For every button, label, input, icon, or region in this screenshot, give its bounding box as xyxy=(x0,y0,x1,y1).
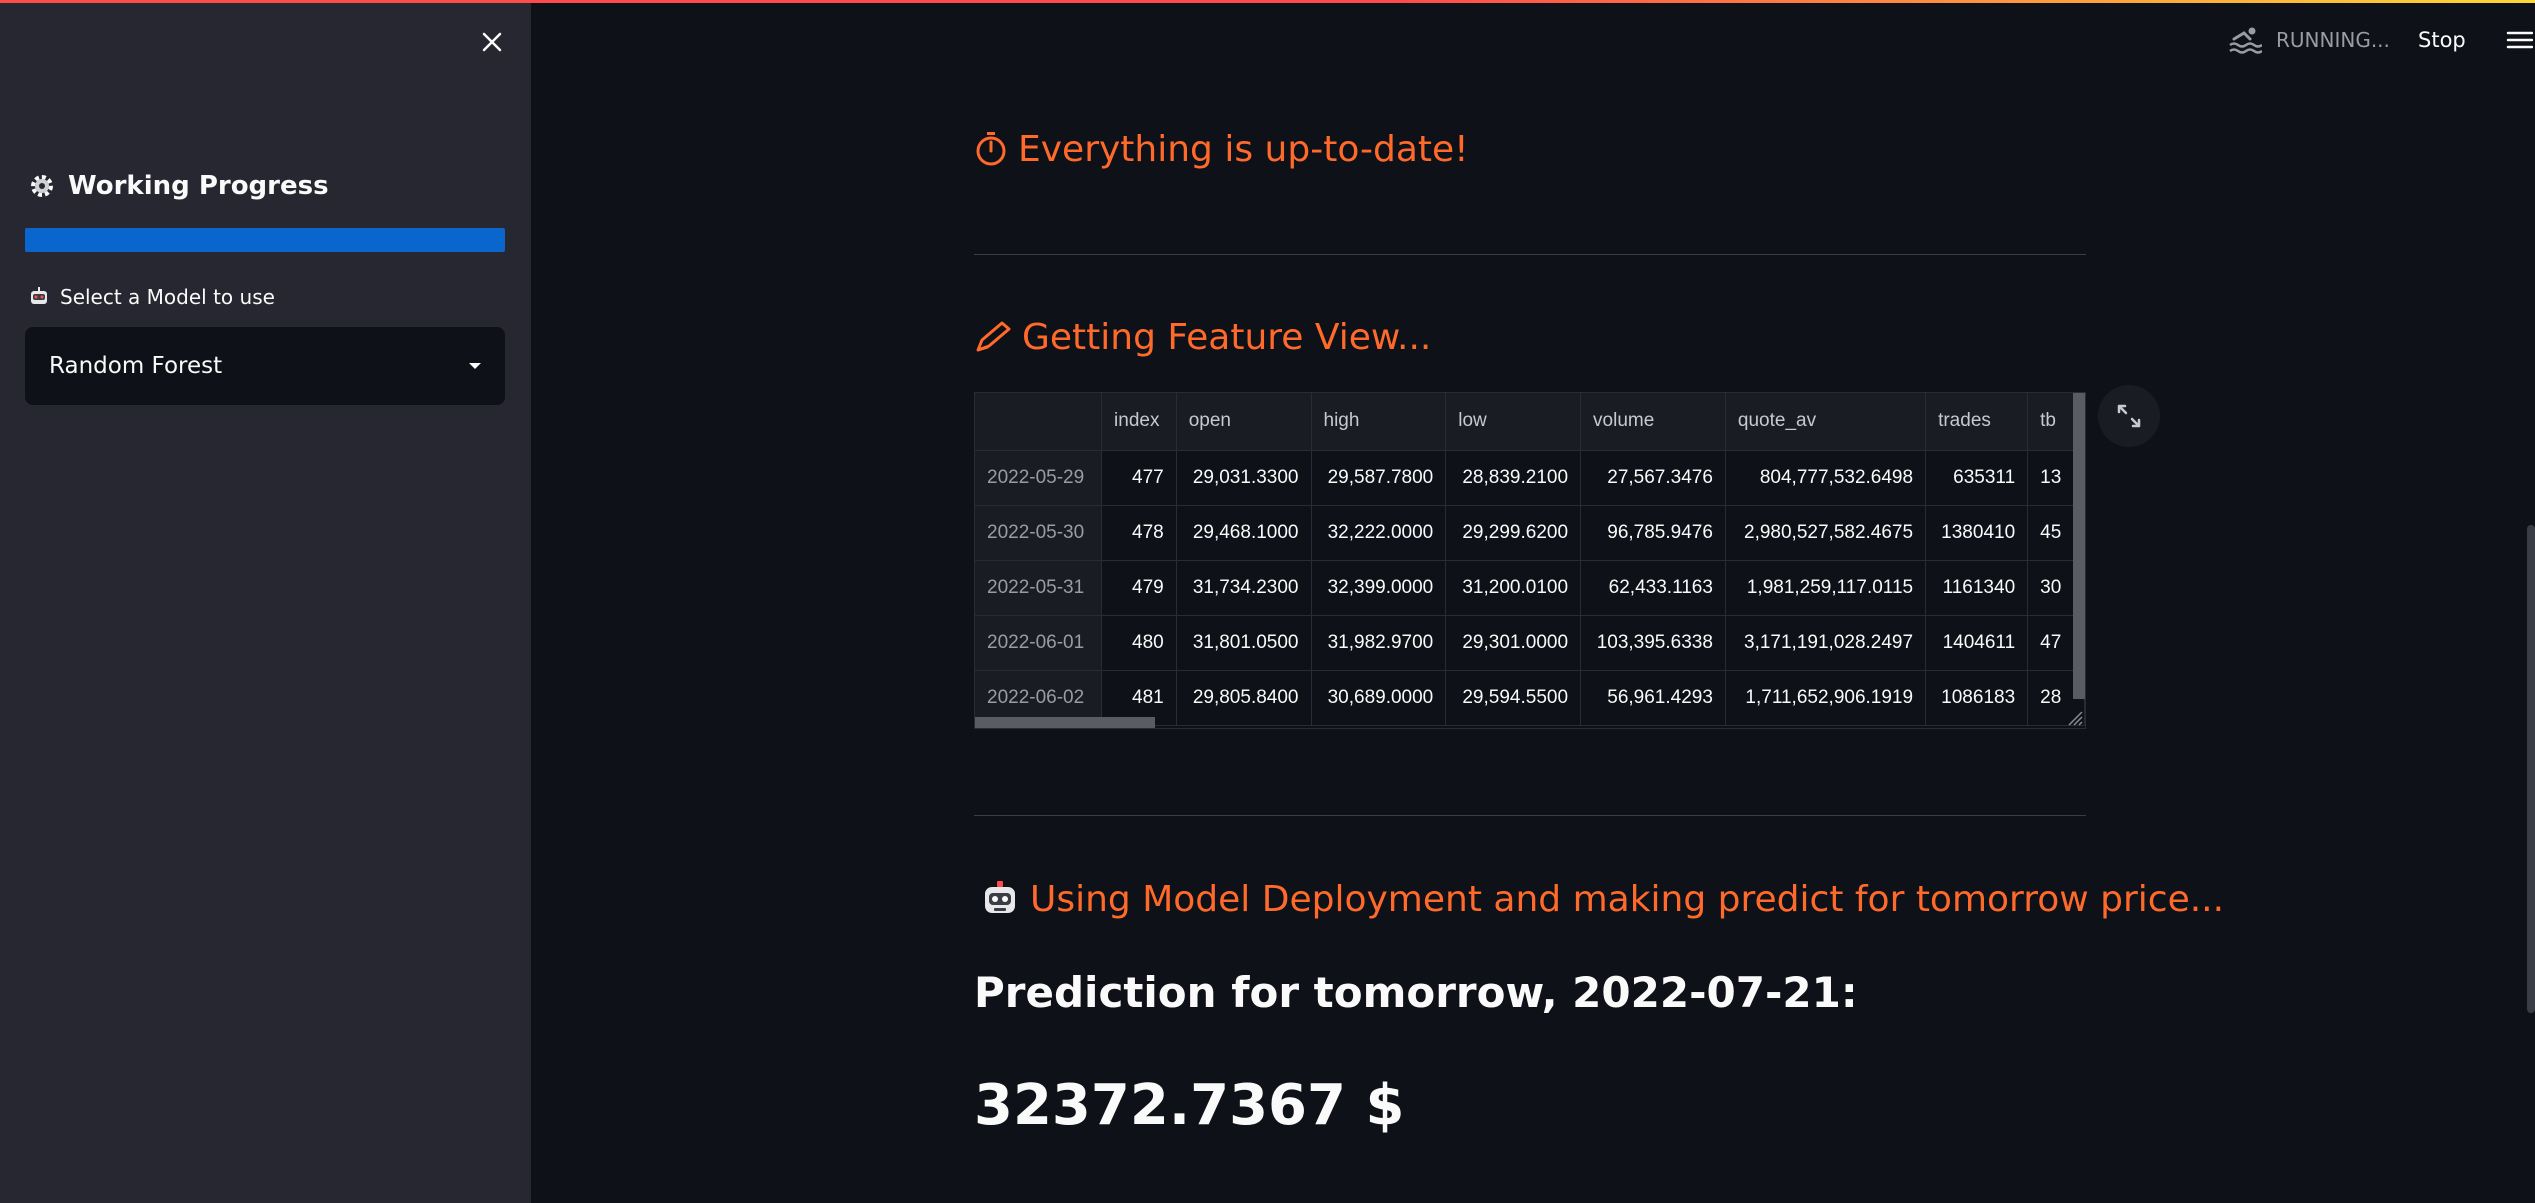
table-header-row: index open high low volume quote_av trad… xyxy=(975,393,2085,451)
gear-icon xyxy=(31,175,53,197)
pencil-icon xyxy=(976,321,1011,352)
robot-icon xyxy=(985,881,1015,913)
table-cell[interactable]: 479 xyxy=(1101,560,1177,616)
column-header-volume[interactable]: volume xyxy=(1580,393,1726,451)
table-cell[interactable]: 29,587.7800 xyxy=(1311,450,1447,506)
table-row-index[interactable]: 2022-06-01 xyxy=(975,615,1103,671)
main-scrollbar[interactable] xyxy=(2527,525,2535,1013)
model-select-value: Random Forest xyxy=(49,353,223,379)
sidebar-heading-text: Working Progress xyxy=(68,171,329,201)
table-cell[interactable]: 1161340 xyxy=(1925,560,2029,616)
divider xyxy=(974,254,2086,255)
table-row: 2022-05-30 478 29,468.1000 32,222.0000 2… xyxy=(975,505,2085,561)
section-model-deployment-heading: Using Model Deployment and making predic… xyxy=(980,874,2224,924)
table-cell[interactable]: 96,785.9476 xyxy=(1580,505,1726,561)
table-row: 2022-05-31 479 31,734.2300 32,399.0000 3… xyxy=(975,560,2085,616)
model-select-label: Select a Model to use xyxy=(28,282,275,312)
table-cell[interactable]: 32,222.0000 xyxy=(1311,505,1447,561)
column-header-quote-av[interactable]: quote_av xyxy=(1725,393,1927,451)
column-header-trades[interactable]: trades xyxy=(1925,393,2029,451)
model-select[interactable]: Random Forest xyxy=(25,327,505,405)
section-feature-view-text: Getting Feature View... xyxy=(1022,316,1432,358)
table-cell[interactable]: 28,839.2100 xyxy=(1445,450,1582,506)
table-cell[interactable]: 480 xyxy=(1101,615,1177,671)
table-cell[interactable]: 1,981,259,117.0115 xyxy=(1725,560,1927,616)
sidebar-heading: Working Progress xyxy=(28,166,329,206)
running-status-text: RUNNING... xyxy=(2276,28,2390,52)
table-cell[interactable]: 30,689.0000 xyxy=(1311,670,1447,726)
swimmer-icon xyxy=(2229,27,2262,54)
top-decoration-bar xyxy=(0,0,2535,3)
sidebar: Working Progress Select a Model to use R… xyxy=(0,0,531,1203)
table-horizontal-scrollbar[interactable] xyxy=(975,717,1155,728)
close-sidebar-button[interactable] xyxy=(474,24,510,60)
progress-bar xyxy=(25,228,505,252)
section-model-deployment-text: Using Model Deployment and making predic… xyxy=(1030,878,2225,920)
table-cell[interactable]: 29,299.6200 xyxy=(1445,505,1582,561)
section-feature-view-heading: Getting Feature View... xyxy=(974,312,1431,362)
table-cell[interactable]: 29,805.8400 xyxy=(1176,670,1312,726)
table-cell[interactable]: 31,200.0100 xyxy=(1445,560,1582,616)
table-cell[interactable]: 2,980,527,582.4675 xyxy=(1725,505,1927,561)
divider xyxy=(974,815,2086,816)
column-header-low[interactable]: low xyxy=(1445,393,1582,451)
table-row: 2022-06-01 480 31,801.0500 31,982.9700 2… xyxy=(975,615,2085,671)
table-row: 2022-05-29 477 29,031.3300 29,587.7800 2… xyxy=(975,450,2085,506)
section-uptodate-text: Everything is up-to-date! xyxy=(1018,128,1469,170)
prediction-title: Prediction for tomorrow, 2022-07-21: xyxy=(974,967,1858,1017)
robot-icon xyxy=(31,287,47,304)
column-header-open[interactable]: open xyxy=(1176,393,1312,451)
resize-handle-icon[interactable] xyxy=(2065,708,2083,726)
table-cell[interactable]: 478 xyxy=(1101,505,1177,561)
table-cell[interactable]: 32,399.0000 xyxy=(1311,560,1447,616)
table-cell[interactable]: 29,301.0000 xyxy=(1445,615,1582,671)
main-menu-button[interactable] xyxy=(2505,26,2534,54)
section-uptodate-heading: Everything is up-to-date! xyxy=(974,124,1469,174)
hamburger-menu-icon xyxy=(2506,31,2534,49)
table-cell[interactable]: 56,961.4293 xyxy=(1580,670,1726,726)
table-cell[interactable]: 477 xyxy=(1101,450,1177,506)
table-cell[interactable]: 62,433.1163 xyxy=(1580,560,1726,616)
column-header-date[interactable] xyxy=(975,393,1103,451)
table-cell[interactable]: 29,468.1000 xyxy=(1176,505,1312,561)
table-cell[interactable]: 29,031.3300 xyxy=(1176,450,1312,506)
table-cell[interactable]: 1,711,652,906.1919 xyxy=(1725,670,1927,726)
table-cell[interactable]: 635311 xyxy=(1925,450,2029,506)
table-vertical-scrollbar[interactable] xyxy=(2073,393,2085,699)
progress-bar-fill xyxy=(25,228,505,252)
table-cell[interactable]: 1086183 xyxy=(1925,670,2029,726)
model-select-label-text: Select a Model to use xyxy=(60,285,275,309)
table-cell[interactable]: 103,395.6338 xyxy=(1580,615,1726,671)
table-cell[interactable]: 1404611 xyxy=(1925,615,2029,671)
column-header-index[interactable]: index xyxy=(1101,393,1177,451)
prediction-value: 32372.7367 $ xyxy=(974,1072,1405,1138)
table-row-index[interactable]: 2022-05-29 xyxy=(975,450,1103,506)
running-status: RUNNING... xyxy=(2228,20,2390,60)
table-cell[interactable]: 31,801.0500 xyxy=(1176,615,1312,671)
table-cell[interactable]: 31,982.9700 xyxy=(1311,615,1447,671)
stop-button[interactable]: Stop xyxy=(2418,20,2466,60)
chevron-down-icon xyxy=(469,363,481,369)
fullscreen-button[interactable] xyxy=(2098,385,2160,447)
table-cell[interactable]: 804,777,532.6498 xyxy=(1725,450,1927,506)
expand-icon xyxy=(2117,404,2141,428)
close-icon xyxy=(482,32,502,52)
table-cell[interactable]: 29,594.5500 xyxy=(1445,670,1582,726)
column-header-high[interactable]: high xyxy=(1311,393,1447,451)
stopwatch-icon xyxy=(976,132,1006,166)
table-row-index[interactable]: 2022-05-31 xyxy=(975,560,1103,616)
table-cell[interactable]: 1380410 xyxy=(1925,505,2029,561)
feature-view-table[interactable]: index open high low volume quote_av trad… xyxy=(974,392,2086,729)
table-cell[interactable]: 3,171,191,028.2497 xyxy=(1725,615,1927,671)
table-cell[interactable]: 31,734.2300 xyxy=(1176,560,1312,616)
table-row-index[interactable]: 2022-05-30 xyxy=(975,505,1103,561)
table-cell[interactable]: 27,567.3476 xyxy=(1580,450,1726,506)
